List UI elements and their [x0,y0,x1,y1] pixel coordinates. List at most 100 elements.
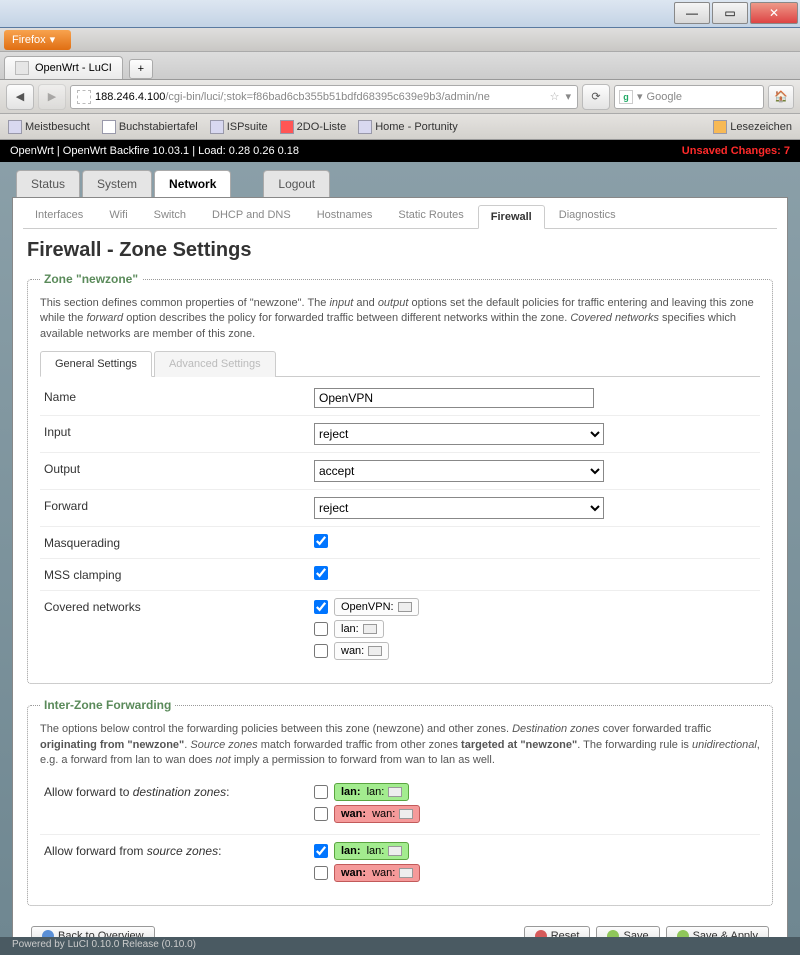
window-maximize-button[interactable]: ▭ [712,2,748,24]
tab-advanced-settings[interactable]: Advanced Settings [154,351,276,377]
save-button[interactable]: Save [596,926,659,937]
save-apply-button[interactable]: Save & Apply [666,926,769,937]
button-row: Back to Overview Reset Save Save & Apply [27,920,773,937]
zone-checkbox[interactable] [314,807,328,821]
home-button[interactable]: 🏠 [768,85,794,109]
zone-checkbox[interactable] [314,866,328,880]
forward-select[interactable]: reject [314,497,604,519]
name-input[interactable] [314,388,594,408]
window-minimize-button[interactable]: — [674,2,710,24]
tab-general-settings[interactable]: General Settings [40,351,152,377]
site-identity-icon [77,90,91,104]
zone-legend: Zone "newzone" [40,272,142,286]
bookmarks-menu[interactable]: Lesezeichen [713,120,792,134]
label-covered: Covered networks [44,598,314,614]
row-input: Input reject [40,416,760,453]
google-icon: g [619,90,633,104]
search-box[interactable]: g ▾ Google [614,85,764,109]
zone-checkbox[interactable] [314,844,328,858]
bookmark-icon [358,120,372,134]
network-chip: wan: [334,642,389,660]
bookmark-item[interactable]: Buchstabiertafel [102,120,198,134]
page-body: Status System Network Logout Interfaces … [0,162,800,937]
url-path: /cgi-bin/luci/;stok=f86bad6cb355b51bdfd6… [165,91,489,103]
openwrt-header: OpenWrt | OpenWrt Backfire 10.03.1 | Loa… [0,140,800,162]
tab-logout[interactable]: Logout [263,170,330,197]
bookmark-icon [8,120,22,134]
row-masquerading: Masquerading [40,527,760,559]
browser-tab[interactable]: OpenWrt - LuCI [4,56,123,79]
bookmark-item[interactable]: Meistbesucht [8,120,90,134]
output-select[interactable]: accept [314,460,604,482]
subtab-static-routes[interactable]: Static Routes [386,204,475,228]
label-masq: Masquerading [44,534,314,550]
label-output: Output [44,460,314,476]
zone-chip: wan: wan: [334,864,420,882]
firefox-tabstrip: OpenWrt - LuCI + [0,52,800,80]
new-tab-button[interactable]: + [129,59,153,79]
firefox-app-label: Firefox [12,34,46,46]
label-forward: Forward [44,497,314,513]
back-to-overview-button[interactable]: Back to Overview [31,926,155,937]
window-titlebar: — ▭ ✕ [0,0,800,28]
url-host: 188.246.4.100 [95,91,165,103]
subtab-dhcp[interactable]: DHCP and DNS [200,204,303,228]
label-name: Name [44,388,314,404]
subtab-hostnames[interactable]: Hostnames [305,204,385,228]
subtab-diagnostics[interactable]: Diagnostics [547,204,628,228]
header-status: OpenWrt | OpenWrt Backfire 10.03.1 | Loa… [10,145,682,157]
bookmark-star-icon[interactable]: ☆ [550,90,560,103]
subtab-switch[interactable]: Switch [142,204,198,228]
bookmark-icon [280,120,294,134]
subtab-wifi[interactable]: Wifi [97,204,139,228]
bookmark-item[interactable]: ISPsuite [210,120,268,134]
back-button[interactable]: ◀ [6,84,34,110]
covered-checkbox[interactable] [314,622,328,636]
subtab-firewall[interactable]: Firewall [478,205,545,229]
row-mss-clamping: MSS clamping [40,559,760,591]
chevron-down-icon: ▾ [50,33,56,46]
interzone-legend: Inter-Zone Forwarding [40,698,175,712]
zone-chip: lan: lan: [334,842,409,860]
apply-icon [677,930,689,937]
zone-checkbox[interactable] [314,785,328,799]
reload-button[interactable]: ⟳ [582,84,610,110]
tab-status[interactable]: Status [16,170,80,197]
main-panel: Interfaces Wifi Switch DHCP and DNS Host… [12,197,788,937]
back-icon [42,930,54,937]
label-dest: Allow forward to destination zones: [44,783,314,799]
bookmark-item[interactable]: Home - Portunity [358,120,458,134]
network-chip: OpenVPN: [334,598,419,616]
firefox-toolbar: ◀ ▶ 188.246.4.100/cgi-bin/luci/;stok=f86… [0,80,800,114]
main-tabs: Status System Network Logout [16,170,788,197]
bookmark-icon [102,120,116,134]
mss-checkbox[interactable] [314,566,328,580]
zone-fieldset: Zone "newzone" This section defines comm… [27,272,773,684]
input-select[interactable]: reject [314,423,604,445]
forward-button[interactable]: ▶ [38,84,66,110]
subtab-interfaces[interactable]: Interfaces [23,204,95,228]
unsaved-changes[interactable]: Unsaved Changes: 7 [682,145,790,157]
tab-network[interactable]: Network [154,170,231,197]
dropdown-icon[interactable]: ▾ [565,90,571,103]
tab-system[interactable]: System [82,170,152,197]
network-chip: lan: [334,620,384,638]
chevron-down-icon[interactable]: ▾ [637,90,643,103]
reset-icon [535,930,547,937]
firefox-app-button[interactable]: Firefox ▾ [4,30,71,50]
address-bar[interactable]: 188.246.4.100/cgi-bin/luci/;stok=f86bad6… [70,85,578,109]
zone-inner-tabs: General Settings Advanced Settings [40,350,760,377]
sub-tabs: Interfaces Wifi Switch DHCP and DNS Host… [13,198,787,228]
save-icon [607,930,619,937]
row-dest-zones: Allow forward to destination zones: lan:… [40,776,760,835]
search-placeholder: Google [647,91,682,103]
covered-checkbox[interactable] [314,600,328,614]
masq-checkbox[interactable] [314,534,328,548]
bookmarks-toolbar: Meistbesucht Buchstabiertafel ISPsuite 2… [0,114,800,140]
bookmark-item[interactable]: 2DO-Liste [280,120,347,134]
reset-button[interactable]: Reset [524,926,591,937]
row-output: Output accept [40,453,760,490]
covered-checkbox[interactable] [314,644,328,658]
label-input: Input [44,423,314,439]
window-close-button[interactable]: ✕ [750,2,798,24]
